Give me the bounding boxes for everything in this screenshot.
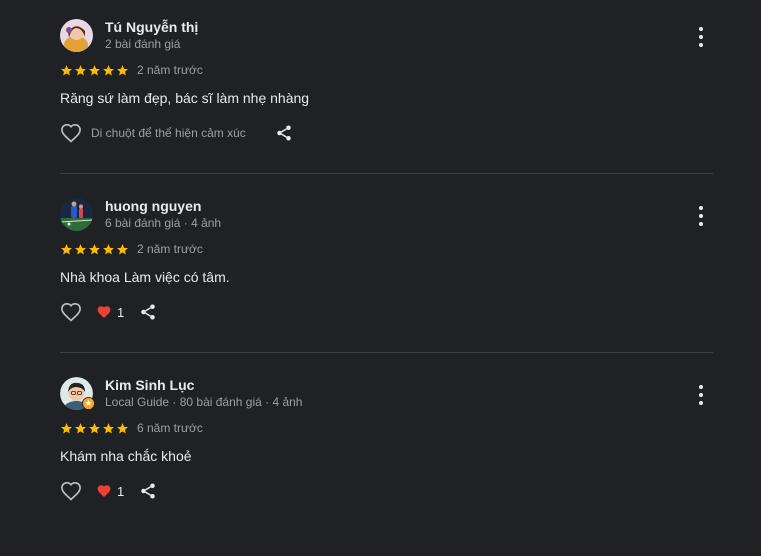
- star-icon: [75, 64, 86, 75]
- share-icon[interactable]: [138, 481, 158, 501]
- star-icon: [75, 422, 86, 433]
- reviewer-name[interactable]: Kim Sinh Lục: [105, 377, 194, 393]
- red-heart-icon: [97, 485, 111, 497]
- star-icon: [61, 64, 72, 75]
- share-icon[interactable]: [138, 302, 158, 322]
- review-text: Răng sứ làm đẹp, bác sĩ làm nhẹ nhàng: [60, 90, 310, 106]
- like-heart-icon[interactable]: [60, 122, 82, 144]
- divider: [60, 173, 713, 174]
- review-actions: 1: [60, 480, 158, 502]
- star-icon: [89, 243, 100, 254]
- like-heart-icon[interactable]: [60, 480, 82, 502]
- review-time: 2 năm trước: [137, 63, 203, 77]
- star-icon: [103, 64, 114, 75]
- reviewer-name[interactable]: Tú Nguyễn thị: [105, 19, 198, 35]
- star-rating: [60, 63, 130, 77]
- star-rating: [60, 421, 130, 435]
- more-options-icon[interactable]: [689, 385, 713, 405]
- reviewer-meta: 6 bài đánh giá · 4 ảnh: [105, 216, 222, 230]
- star-rating: [60, 242, 130, 256]
- reviewer-avatar[interactable]: [60, 377, 95, 410]
- reaction-summary[interactable]: 1: [96, 305, 124, 320]
- share-icon[interactable]: [274, 123, 294, 143]
- reaction-summary[interactable]: 1: [96, 484, 124, 499]
- star-icon: [61, 243, 72, 254]
- review-actions: 1: [60, 301, 158, 323]
- reviewer-avatar[interactable]: [60, 198, 93, 231]
- reaction-count: 1: [117, 304, 125, 320]
- reviewer-avatar[interactable]: [60, 19, 93, 52]
- reviewer-name[interactable]: huong nguyen: [105, 198, 201, 214]
- review-card: huong nguyen 6 bài đánh giá · 4 ảnh 2 nă…: [60, 198, 713, 377]
- star-icon: [89, 422, 100, 433]
- divider: [60, 352, 713, 353]
- star-icon: [75, 243, 86, 254]
- star-icon: [103, 422, 114, 433]
- red-heart-icon: [97, 306, 111, 318]
- review-time: 6 năm trước: [137, 421, 203, 435]
- review-text: Nhà khoa Làm việc có tâm.: [60, 269, 230, 285]
- review-actions: Di chuột để thể hiện cảm xúc: [60, 122, 294, 144]
- star-icon: [89, 64, 100, 75]
- star-icon: [117, 243, 128, 254]
- review-card: Tú Nguyễn thị 2 bài đánh giá 2 năm trước…: [60, 19, 713, 198]
- more-options-icon[interactable]: [689, 206, 713, 226]
- reaction-count: 1: [117, 483, 125, 499]
- more-options-icon[interactable]: [689, 27, 713, 47]
- review-time: 2 năm trước: [137, 242, 203, 256]
- reviewer-meta: 2 bài đánh giá: [105, 37, 181, 51]
- review-text: Khám nha chắc khoẻ: [60, 448, 192, 464]
- star-icon: [103, 243, 114, 254]
- star-icon: [61, 422, 72, 433]
- reaction-hint: Di chuột để thể hiện cảm xúc: [91, 126, 246, 140]
- review-card: Kim Sinh Lục Local Guide · 80 bài đánh g…: [60, 377, 713, 556]
- local-guide-badge-icon: [82, 397, 95, 410]
- star-icon: [117, 422, 128, 433]
- reviewer-meta: Local Guide · 80 bài đánh giá · 4 ảnh: [105, 395, 303, 409]
- star-icon: [117, 64, 128, 75]
- like-heart-icon[interactable]: [60, 301, 82, 323]
